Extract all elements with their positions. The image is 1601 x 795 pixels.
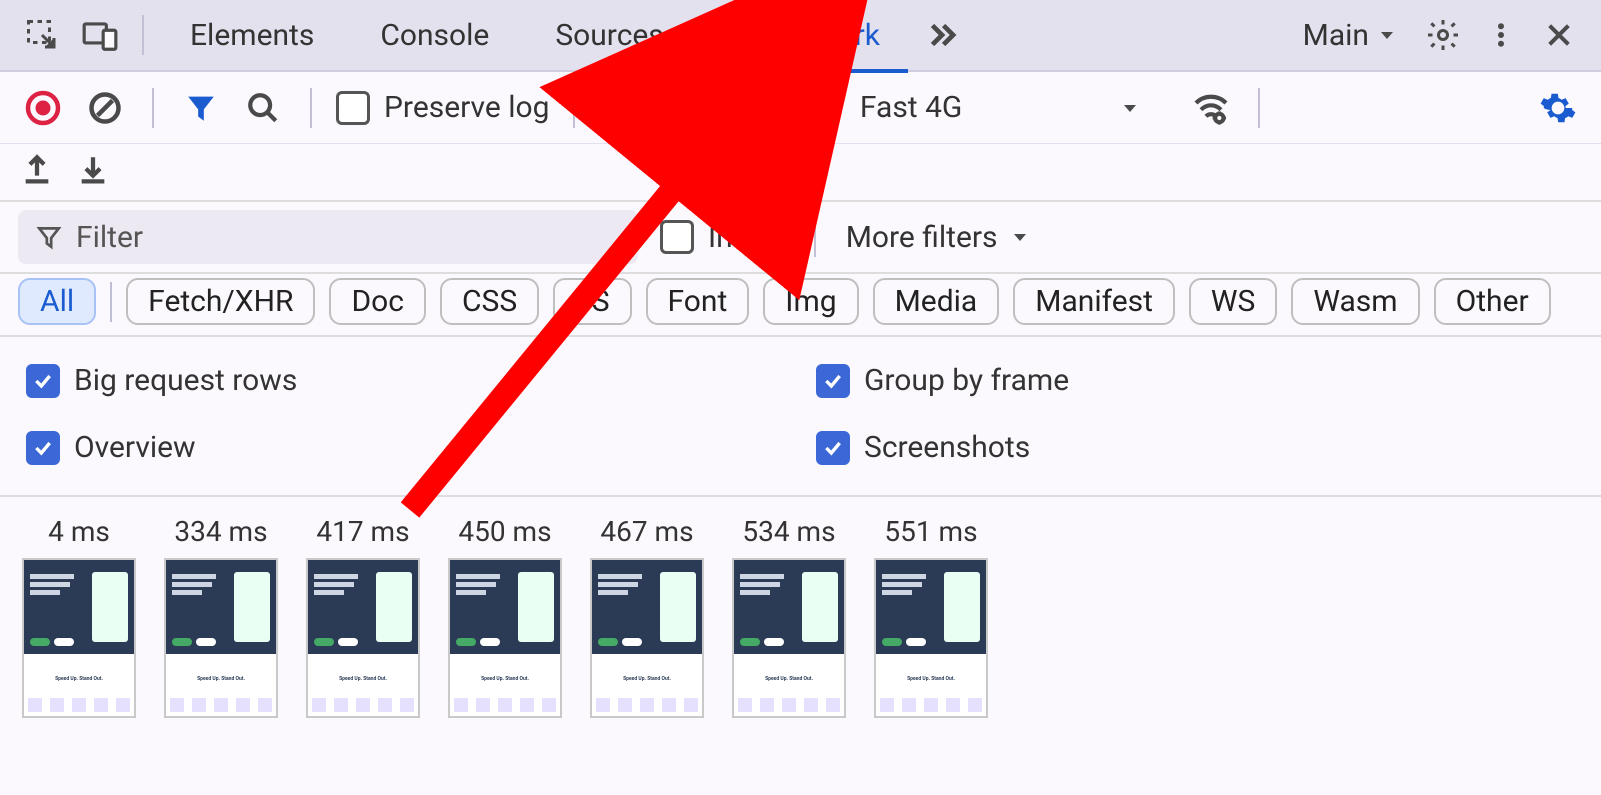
frame-thumbnail: Speed Up. Stand Out. [590,558,704,718]
type-pill-fetch[interactable]: Fetch/XHR [126,278,315,325]
tab-console[interactable]: Console [352,0,517,71]
import-export-toolbar [0,144,1601,202]
group-by-frame-checkbox[interactable]: Group by frame [816,363,1575,398]
divider [142,15,144,55]
tab-elements[interactable]: Elements [162,0,342,71]
screenshot-filmstrip: 4 ms Speed Up. Stand Out. 334 ms Speed U… [0,497,1601,736]
frame-time: 450 ms [458,515,551,548]
caret-down-icon [1118,96,1142,120]
invert-checkbox[interactable]: Invert [660,220,784,255]
warning-icon [730,20,760,50]
divider [110,282,112,322]
frame-thumbnail: Speed Up. Stand Out. [164,558,278,718]
settings-gear-icon[interactable] [1419,11,1467,59]
frame-thumbnail: Speed Up. Stand Out. [22,558,136,718]
filmstrip-frame[interactable]: 467 ms Speed Up. Stand Out. [590,515,704,718]
invert-label: Invert [708,220,784,255]
view-options: Big request rows Group by frame Overview… [0,337,1601,497]
group-frame-label: Group by frame [864,363,1069,398]
type-pill-manifest[interactable]: Manifest [1013,278,1175,325]
filter-bar: Filter Invert More filters [0,202,1601,274]
more-filters-button[interactable]: More filters [846,220,1032,255]
overview-label: Overview [74,430,196,465]
frame-time: 417 ms [316,515,409,548]
divider [1258,88,1260,128]
divider [573,88,575,128]
network-settings-icon[interactable] [1535,85,1581,131]
filmstrip-frame[interactable]: 450 ms Speed Up. Stand Out. [448,515,562,718]
close-icon[interactable] [1535,11,1583,59]
frame-thumbnail: Speed Up. Stand Out. [306,558,420,718]
filter-placeholder: Filter [76,220,143,255]
type-pill-doc[interactable]: Doc [329,278,426,325]
frame-thumbnail: Speed Up. Stand Out. [732,558,846,718]
screenshots-checkbox[interactable]: Screenshots [816,430,1575,465]
tab-network[interactable]: Network [702,0,908,71]
inspect-icon[interactable] [18,11,66,59]
filmstrip-frame[interactable]: 534 ms Speed Up. Stand Out. [732,515,846,718]
preserve-log-label: Preserve log [384,90,549,125]
preserve-log-checkbox[interactable]: Preserve log [336,90,549,125]
search-icon[interactable] [240,85,286,131]
big-request-rows-checkbox[interactable]: Big request rows [26,363,816,398]
network-toolbar: Preserve log Disable cache Fast 4G [0,72,1601,144]
filter-toggle-icon[interactable] [178,85,224,131]
divider [152,88,154,128]
disable-cache-checkbox[interactable]: Disable cache [599,90,833,125]
throttling-select[interactable]: Fast 4G [850,90,962,125]
devtools-tabbar: Elements Console Sources Network Main [0,0,1601,72]
frame-time: 534 ms [742,515,835,548]
type-pill-ws[interactable]: WS [1189,278,1277,325]
filmstrip-frame[interactable]: 4 ms Speed Up. Stand Out. [22,515,136,718]
divider [310,88,312,128]
frame-time: 467 ms [600,515,693,548]
caret-down-icon [1375,23,1399,47]
type-pill-other[interactable]: Other [1434,278,1551,325]
funnel-icon [36,224,62,250]
type-pill-all[interactable]: All [18,278,96,325]
frame-time: 334 ms [174,515,267,548]
frame-thumbnail: Speed Up. Stand Out. [448,558,562,718]
import-har-icon[interactable] [76,153,110,191]
kebab-menu-icon[interactable] [1477,11,1525,59]
record-button[interactable] [20,85,66,131]
filmstrip-frame[interactable]: 551 ms Speed Up. Stand Out. [874,515,988,718]
big-rows-label: Big request rows [74,363,297,398]
divider [814,217,816,257]
export-har-icon[interactable] [20,153,54,191]
type-pill-wasm[interactable]: Wasm [1291,278,1419,325]
filmstrip-frame[interactable]: 417 ms Speed Up. Stand Out. [306,515,420,718]
clear-button[interactable] [82,85,128,131]
tab-sources[interactable]: Sources [527,0,691,71]
frame-thumbnail: Speed Up. Stand Out. [874,558,988,718]
caret-down-icon [1008,225,1032,249]
type-pill-img[interactable]: Img [763,278,858,325]
type-pill-media[interactable]: Media [873,278,1000,325]
disable-cache-label: Disable cache [647,90,833,125]
request-type-filters: All Fetch/XHR Doc CSS JS Font Img Media … [0,274,1601,337]
filmstrip-frame[interactable]: 334 ms Speed Up. Stand Out. [164,515,278,718]
overview-checkbox[interactable]: Overview [26,430,816,465]
network-conditions-icon[interactable] [1188,85,1234,131]
filter-input[interactable]: Filter [18,210,638,264]
frame-time: 551 ms [884,515,977,548]
more-tabs-icon[interactable] [918,11,966,59]
type-pill-js[interactable]: JS [553,278,631,325]
screenshots-label: Screenshots [864,430,1030,465]
frame-time: 4 ms [48,515,110,548]
device-toggle-icon[interactable] [76,11,124,59]
type-pill-font[interactable]: Font [646,278,750,325]
type-pill-css[interactable]: CSS [440,278,539,325]
context-selector[interactable]: Main [1293,18,1409,53]
